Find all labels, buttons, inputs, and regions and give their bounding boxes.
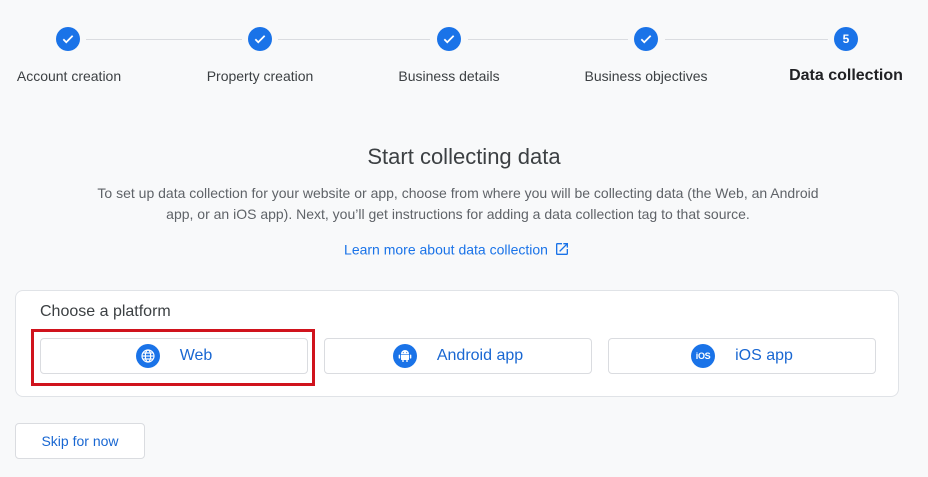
step-4-completed-circle — [634, 27, 658, 51]
step-3-label: Business details — [398, 68, 500, 84]
step-5-current-circle: 5 — [834, 27, 858, 51]
step-connector — [468, 39, 628, 40]
learn-more-link[interactable]: Learn more about data collection — [0, 240, 914, 257]
step-5-label: Data collection — [789, 67, 903, 84]
step-connector — [86, 39, 242, 40]
android-icon — [392, 344, 417, 368]
ios-icon: iOS — [691, 344, 716, 368]
platform-card-title: Choose a platform — [40, 303, 171, 320]
step-connector — [278, 39, 430, 40]
description-line-2: app, or an iOS app). Next, you’ll get in… — [166, 206, 750, 222]
step-1-label: Account creation — [16, 68, 122, 84]
check-icon — [62, 35, 74, 44]
ios-icon-text: iOS — [695, 351, 711, 361]
page-title: Start collecting data — [367, 144, 561, 169]
platform-card: Choose a platform Web Android app iOS iO… — [15, 290, 899, 397]
globe-icon — [135, 344, 160, 368]
web-button-label: Web — [179, 347, 213, 364]
open-in-new-icon — [555, 243, 568, 256]
ios-platform-button[interactable]: iOS iOS app — [608, 338, 876, 374]
web-platform-button[interactable]: Web — [40, 338, 308, 374]
step-number: 5 — [842, 32, 850, 46]
check-icon — [640, 35, 652, 44]
step-connector — [665, 39, 828, 40]
page-description: To set up data collection for your websi… — [40, 183, 876, 225]
step-3-completed-circle — [437, 27, 461, 51]
description-line-1: To set up data collection for your websi… — [97, 185, 819, 201]
check-icon — [254, 35, 266, 44]
learn-more-label: Learn more about data collection — [344, 241, 548, 258]
skip-for-now-button[interactable]: Skip for now — [15, 423, 145, 459]
ios-button-label: iOS app — [735, 347, 793, 364]
step-1-completed-circle — [56, 27, 80, 51]
check-icon — [443, 35, 455, 44]
step-2-completed-circle — [248, 27, 272, 51]
step-4-label: Business objectives — [584, 68, 708, 84]
android-platform-button[interactable]: Android app — [324, 338, 592, 374]
android-button-label: Android app — [436, 347, 524, 364]
progress-stepper: Account creation Property creation Busin… — [0, 0, 928, 100]
step-2-label: Property creation — [206, 68, 314, 84]
